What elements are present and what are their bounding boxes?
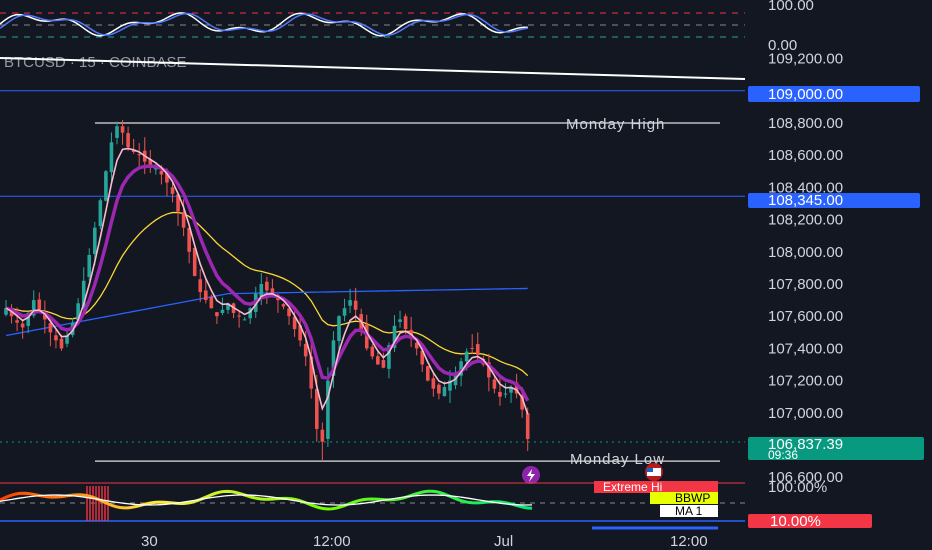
candle-body (431, 378, 436, 389)
y-tick-label: 107,800.00 (768, 276, 843, 293)
candle-body (220, 309, 225, 314)
candle-body (503, 393, 508, 395)
x-tick-1200-a: 12:00 (313, 533, 351, 550)
candle-body (398, 319, 402, 322)
candle-body (93, 227, 97, 255)
y-tick-label: 107,600.00 (768, 308, 843, 325)
candle-body (126, 133, 130, 148)
candle-body (315, 389, 319, 429)
candle-body (353, 300, 358, 310)
candle-body (370, 346, 375, 357)
candle-body (237, 315, 241, 317)
candle-body (498, 391, 502, 397)
candle-body (198, 279, 203, 293)
bbwp-axis-100: 100.00% (768, 479, 827, 496)
candle-body (320, 429, 325, 442)
y-tick-label: 108,600.00 (768, 147, 843, 164)
candle-body (242, 319, 247, 321)
y-tick-label: 107,000.00 (768, 405, 843, 422)
candle-body (109, 142, 114, 173)
candle-body (470, 347, 474, 349)
chart-canvas[interactable]: 100.00 0.00 BTCUSD · 15 · COINBASE Monda… (0, 0, 932, 550)
extreme-hi-tag: Extreme Hi (603, 480, 662, 494)
candle-body (348, 300, 352, 306)
bbwp-tag: BBWP (675, 491, 710, 505)
candle-body (381, 360, 386, 368)
candle-body (98, 200, 103, 227)
candle-body (403, 316, 408, 330)
candle-body (337, 316, 341, 341)
monday-high-label: Monday High (566, 116, 665, 133)
candle-body (120, 126, 125, 133)
candle-body (215, 312, 219, 317)
y-tick-label: 108,800.00 (768, 115, 843, 132)
candle-body (204, 290, 208, 301)
candle-body (265, 281, 269, 291)
chart-background (0, 0, 932, 550)
candle-body (115, 126, 119, 138)
candle-body (376, 356, 380, 365)
candle-body (492, 379, 497, 389)
tag-108345-text: 108,345.00 (768, 192, 843, 209)
candle-body (15, 320, 19, 323)
last-price-countdown: 09:36 (768, 448, 798, 462)
lightning-icon[interactable] (522, 466, 540, 484)
candle-body (270, 288, 275, 294)
candle-body (342, 308, 347, 316)
candle-body (303, 344, 308, 357)
x-tick-jul: Jul (494, 533, 513, 550)
y-tick-label: 108,200.00 (768, 212, 843, 229)
candle-body (464, 351, 469, 362)
candle-body (104, 171, 108, 201)
candle-body (426, 366, 430, 381)
candle-body (87, 255, 92, 278)
flag-icon[interactable] (645, 463, 663, 481)
candle-body (170, 187, 175, 194)
stoch-axis-100: 100.00 (768, 0, 814, 14)
candle-body (475, 344, 480, 355)
candle-body (525, 413, 530, 440)
low-tag: 10.00% (770, 513, 821, 530)
candle-body (20, 323, 25, 328)
candle-body (281, 304, 286, 307)
x-tick-30: 30 (141, 533, 158, 550)
candle-body (48, 323, 53, 333)
y-tick-label: 109,200.00 (768, 51, 843, 68)
tag-109000-text: 109,000.00 (768, 86, 843, 103)
candle-body (54, 335, 58, 341)
y-tick-label: 107,400.00 (768, 340, 843, 357)
candle-body (59, 338, 64, 349)
candle-body (137, 154, 141, 156)
candle-body (37, 299, 42, 310)
ma1-tag: MA 1 (675, 504, 703, 518)
y-tick-label: 108,000.00 (768, 244, 843, 261)
candle-body (442, 387, 447, 397)
candle-body (209, 296, 214, 309)
y-tick-label: 107,200.00 (768, 373, 843, 390)
x-tick-1200-b: 12:00 (670, 533, 708, 550)
candle-body (181, 211, 186, 228)
candle-body (437, 384, 441, 394)
candle-body (159, 170, 164, 175)
